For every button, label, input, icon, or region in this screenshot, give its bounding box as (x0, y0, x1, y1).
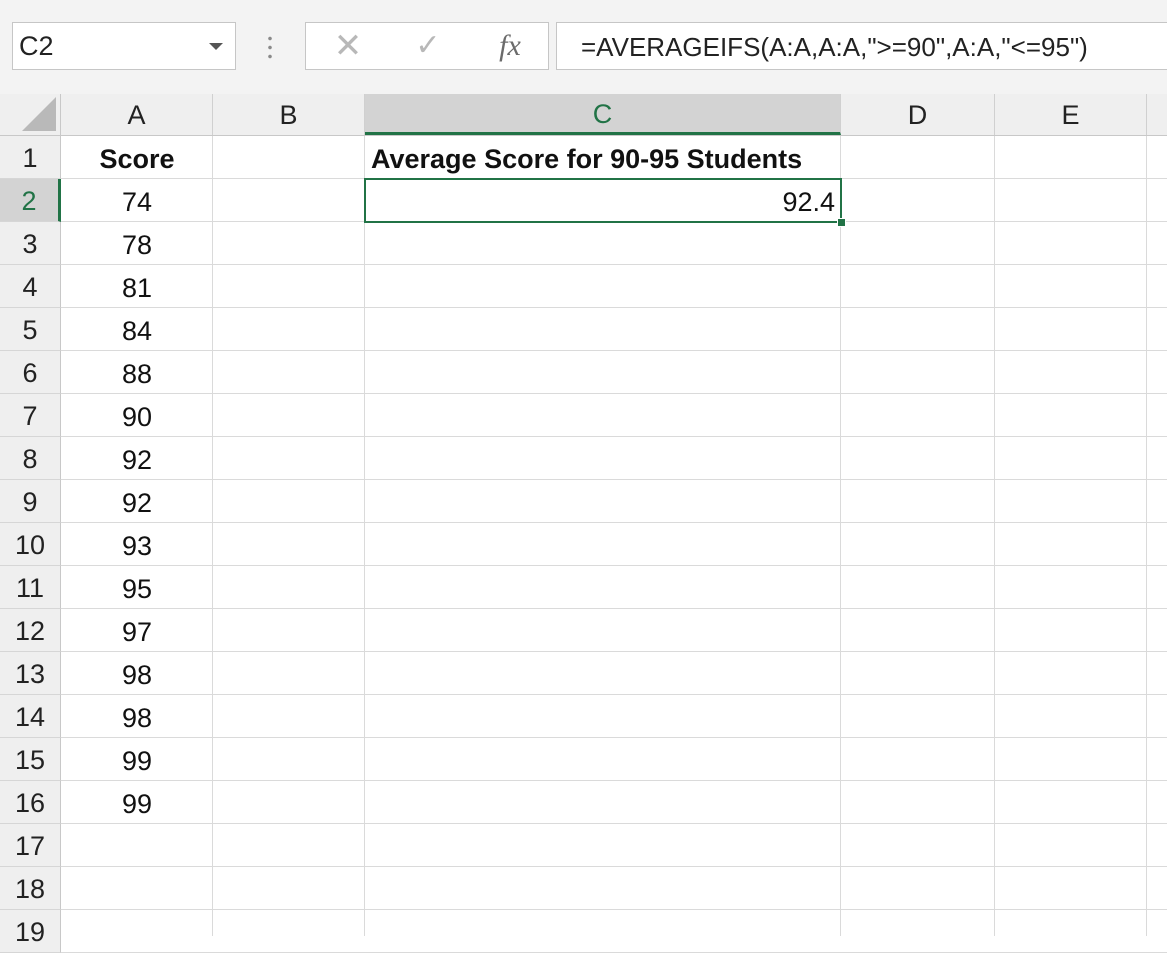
gridline-horizontal (61, 694, 1167, 695)
cell-a4[interactable]: 81 (61, 265, 213, 308)
column-header-row: ABCDE (0, 94, 1167, 136)
gridline-horizontal (61, 436, 1167, 437)
row-header-1[interactable]: 1 (0, 136, 61, 179)
formula-bar: C2 ✕ ✓ fx =AVERAGEIFS(A:A,A:A,">=90",A:A… (0, 0, 1167, 94)
row-header-2[interactable]: 2 (0, 179, 61, 222)
row-header-4[interactable]: 4 (0, 265, 61, 308)
cell-a3[interactable]: 78 (61, 222, 213, 265)
spreadsheet-grid[interactable]: ABCDE 1 2 3 4 5 6 7 8 9 10 11 12 13 14 15 16 17 18 19 Score… (0, 94, 1167, 953)
row-header-11[interactable]: 11 (0, 566, 61, 609)
gridline-horizontal (61, 264, 1167, 265)
row-header-15[interactable]: 15 (0, 738, 61, 781)
row-header-12[interactable]: 12 (0, 609, 61, 652)
cell-a14[interactable]: 98 (61, 695, 213, 738)
row-header-5[interactable]: 5 (0, 308, 61, 351)
cell-a16[interactable]: 99 (61, 781, 213, 824)
gridline-vertical (994, 136, 995, 936)
formula-input[interactable]: =AVERAGEIFS(A:A,A:A,">=90",A:A,"<=95") (556, 22, 1167, 70)
row-header-9[interactable]: 9 (0, 480, 61, 523)
chevron-down-icon[interactable] (209, 43, 223, 50)
gridline-horizontal (61, 307, 1167, 308)
cell-selection-border (364, 178, 842, 223)
gridline-vertical (364, 136, 365, 936)
cell-a15[interactable]: 99 (61, 738, 213, 781)
gridline-horizontal (61, 522, 1167, 523)
cell-a9[interactable]: 92 (61, 480, 213, 523)
cell-a8[interactable]: 92 (61, 437, 213, 480)
cell-a6[interactable]: 88 (61, 351, 213, 394)
row-header-8[interactable]: 8 (0, 437, 61, 480)
gridline-vertical (840, 136, 841, 936)
name-box[interactable]: C2 (12, 22, 236, 70)
select-all-button[interactable] (0, 94, 61, 135)
column-header-c[interactable]: C (365, 94, 841, 135)
cell-a10[interactable]: 93 (61, 523, 213, 566)
row-header-7[interactable]: 7 (0, 394, 61, 437)
grip-icon[interactable] (268, 34, 272, 60)
column-header-b[interactable]: B (213, 94, 365, 135)
cell-a5[interactable]: 84 (61, 308, 213, 351)
fill-handle[interactable] (837, 218, 846, 227)
gridline-vertical (1146, 136, 1147, 936)
row-header-6[interactable]: 6 (0, 351, 61, 394)
gridline-horizontal (61, 565, 1167, 566)
gridline-horizontal (61, 780, 1167, 781)
row-header-18[interactable]: 18 (0, 867, 61, 910)
formula-text: =AVERAGEIFS(A:A,A:A,">=90",A:A,"<=95") (581, 32, 1088, 62)
gridline-horizontal (61, 737, 1167, 738)
gridline-horizontal (61, 866, 1167, 867)
gridline-horizontal (61, 909, 1167, 910)
row-header-3[interactable]: 3 (0, 222, 61, 265)
cell-a12[interactable]: 97 (61, 609, 213, 652)
formula-buttons: ✕ ✓ fx (305, 22, 549, 70)
name-box-value: C2 (19, 31, 54, 61)
check-icon[interactable]: ✓ (408, 27, 448, 65)
cell-a1[interactable]: Score (61, 136, 213, 179)
gridline-horizontal (61, 651, 1167, 652)
row-header-19[interactable]: 19 (0, 910, 61, 953)
gridline-horizontal (61, 479, 1167, 480)
gridline-horizontal (61, 952, 1167, 953)
column-header-a[interactable]: A (61, 94, 213, 135)
cell-a11[interactable]: 95 (61, 566, 213, 609)
column-header-e[interactable]: E (995, 94, 1147, 135)
cell-a7[interactable]: 90 (61, 394, 213, 437)
row-header-16[interactable]: 16 (0, 781, 61, 824)
cancel-icon[interactable]: ✕ (328, 27, 368, 65)
row-header-10[interactable]: 10 (0, 523, 61, 566)
gridline-horizontal (61, 608, 1167, 609)
row-header-13[interactable]: 13 (0, 652, 61, 695)
row-header-14[interactable]: 14 (0, 695, 61, 738)
cell-a13[interactable]: 98 (61, 652, 213, 695)
gridline-horizontal (61, 393, 1167, 394)
gridline-horizontal (61, 350, 1167, 351)
column-header-d[interactable]: D (841, 94, 995, 135)
row-header-17[interactable]: 17 (0, 824, 61, 867)
cell-a2[interactable]: 74 (61, 179, 213, 222)
cell-c1[interactable]: Average Score for 90-95 Students (365, 136, 841, 179)
insert-function-icon[interactable]: fx (490, 27, 530, 65)
select-all-icon (22, 97, 56, 131)
gridline-horizontal (61, 823, 1167, 824)
